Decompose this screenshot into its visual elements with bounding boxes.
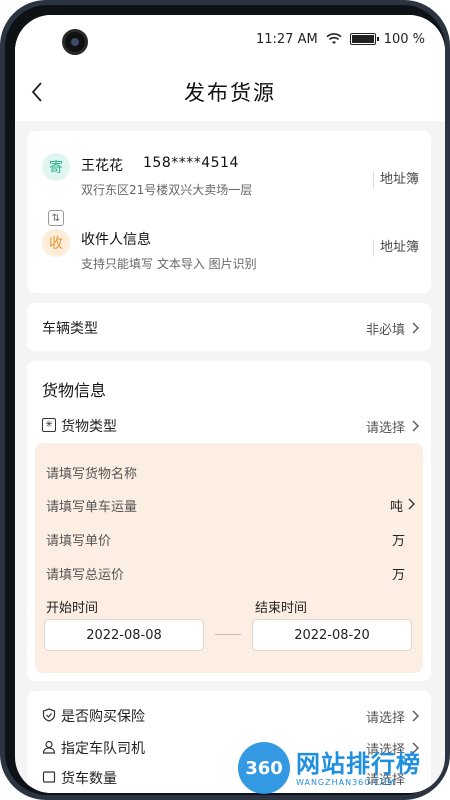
unit-price-unit: 万 [391, 534, 405, 549]
sender-phone[interactable]: 158****4514 [143, 155, 239, 171]
goods-type-label[interactable]: 货物类型 [61, 416, 117, 436]
unit-price-input[interactable]: 请填写单价 [46, 530, 111, 549]
fleet-driver-label[interactable]: 指定车队司机 [61, 738, 145, 758]
goods-section-title: 货物信息 [42, 381, 107, 400]
receiver-hint: 支持只能填写 文本导入 图片识别 [81, 257, 257, 271]
chevron-right-icon [412, 322, 419, 334]
form-content: 寄 王花花 158****4514 双行东区21号楼双兴大卖场一层 地址簿 ⇅ … [15, 121, 445, 793]
end-time-label: 结束时间 [255, 601, 308, 616]
receiver-badge-icon: 收 [42, 229, 70, 257]
date-range-divider [215, 634, 241, 635]
chevron-right-icon [408, 498, 415, 510]
page-title: 发布货源 [184, 81, 276, 105]
sender-badge-icon: 寄 [42, 153, 70, 181]
sender-name[interactable]: 王花花 [81, 155, 123, 175]
status-time: 11:27 AM [255, 31, 318, 47]
insurance-select[interactable]: 请选择 [366, 707, 405, 726]
chevron-right-icon [412, 710, 419, 722]
page-header: 发布货源 [15, 63, 445, 121]
vehicle-type-row[interactable]: 车辆类型 非必填 [27, 303, 431, 351]
chevron-right-icon [412, 420, 419, 432]
insurance-label[interactable]: 是否购买保险 [61, 706, 145, 726]
wifi-icon [326, 33, 342, 44]
watermark-logo: 360 网站排行榜 WANGZHAN360.COM [238, 740, 448, 796]
address-card: 寄 王花花 158****4514 双行东区21号楼双兴大卖场一层 地址簿 ⇅ … [27, 131, 431, 293]
end-date-field[interactable]: 2022-08-20 [252, 619, 412, 651]
start-time-label: 开始时间 [46, 601, 99, 616]
receiver-address-book-link[interactable]: 地址簿 [372, 239, 419, 257]
watermark-text: 网站排行榜 [296, 750, 421, 778]
watermark-subtext: WANGZHAN360.COM [296, 778, 396, 787]
phone-frame: 11:27 AM 100 % 发布货源 寄 王花花 158****4514 双行… [0, 0, 450, 800]
goods-type-select[interactable]: 请选择 [366, 417, 405, 436]
app-screen: 11:27 AM 100 % 发布货源 寄 王花花 158****4514 双行… [15, 15, 445, 793]
vehicle-load-unit[interactable]: 吨 [390, 496, 403, 515]
truck-count-label[interactable]: 货车数量 [61, 768, 117, 788]
person-icon [42, 740, 56, 754]
swap-icon[interactable]: ⇅ [48, 210, 64, 226]
receiver-title[interactable]: 收件人信息 [81, 229, 151, 249]
goods-type-icon: ✳ [42, 418, 56, 432]
total-price-input[interactable]: 请填写总运价 [46, 564, 124, 583]
vehicle-load-input[interactable]: 请填写单车运量 [46, 496, 137, 515]
battery-level: 100 % [383, 31, 425, 47]
vehicle-type-value: 非必填 [365, 323, 405, 338]
shield-icon [42, 708, 56, 722]
total-price-unit: 万 [391, 568, 405, 583]
goods-info-card: 货物信息 ✳ 货物类型 请选择 请填写货物名称 请填写单车运量 吨 请填写单价 … [27, 361, 431, 681]
battery-icon [349, 33, 379, 45]
start-date-field[interactable]: 2022-08-08 [44, 619, 204, 651]
goods-name-input[interactable]: 请填写货物名称 [46, 463, 137, 482]
sender-address[interactable]: 双行东区21号楼双兴大卖场一层 [81, 181, 252, 198]
vehicle-type-label: 车辆类型 [42, 321, 98, 337]
sender-address-book-link[interactable]: 地址簿 [372, 171, 419, 189]
truck-count-icon [42, 771, 56, 783]
goods-detail-panel: 请填写货物名称 请填写单车运量 吨 请填写单价 万 请填写总运价 万 开始时间 … [35, 443, 423, 673]
back-arrow-icon[interactable] [27, 79, 49, 105]
front-camera-icon [62, 29, 88, 55]
watermark-360-icon: 360 [238, 742, 290, 794]
phone-bezel: 11:27 AM 100 % 发布货源 寄 王花花 158****4514 双行… [5, 5, 445, 795]
